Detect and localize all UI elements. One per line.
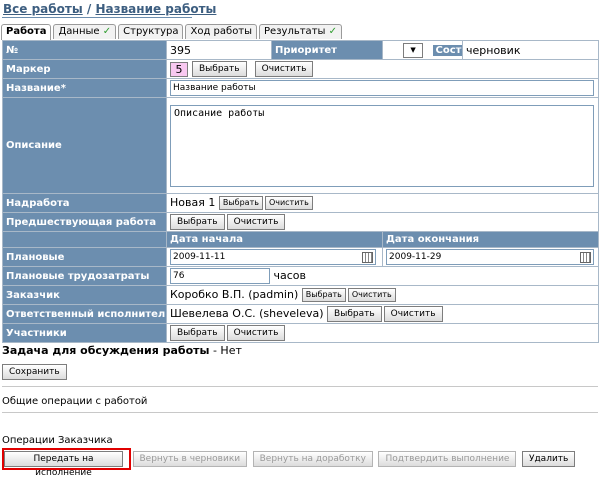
marker-clear-button[interactable]: Очистить — [254, 61, 314, 77]
breadcrumb-separator: / — [86, 2, 92, 16]
state-label: Состояние — [432, 45, 462, 56]
marker-select-button[interactable]: Выбрать — [192, 61, 247, 77]
confirm-completion-button[interactable]: Подтвердить выполнение — [378, 451, 517, 467]
tab-results[interactable]: Результаты ✓ — [259, 24, 342, 39]
parent-clear-button[interactable]: Очистить — [264, 196, 313, 210]
work-form: № 395 Приоритет ▼ Состояние черновик Мар… — [2, 40, 600, 343]
description-textarea[interactable]: Описание работы — [170, 104, 594, 187]
tab-structure-label: Структура — [123, 26, 179, 37]
number-value: 395 — [166, 40, 272, 60]
save-button[interactable]: Сохранить — [2, 364, 67, 380]
tab-bar: Работа Данные ✓ Структура Ход работы Рез… — [1, 24, 344, 40]
breadcrumb-all-jobs-link[interactable]: Все работы — [3, 2, 83, 16]
tab-progress[interactable]: Ход работы — [185, 24, 258, 39]
dates-header-spacer — [2, 231, 167, 248]
discussion-value: - Нет — [212, 344, 242, 357]
start-date-header: Дата начала — [165, 231, 384, 248]
customer-select-button[interactable]: Выбрать — [301, 288, 346, 302]
tab-data[interactable]: Данные ✓ — [53, 24, 117, 39]
calendar-icon[interactable] — [362, 252, 373, 263]
state-value: черновик — [462, 40, 600, 60]
marker-swatch[interactable]: 5 — [170, 61, 188, 77]
planned-end-value: 2009-11-29 — [389, 252, 442, 262]
delete-button[interactable]: Удалить — [521, 451, 576, 467]
breadcrumb-underline — [2, 17, 192, 18]
end-date-header: Дата окончания — [382, 231, 600, 248]
check-icon: ✓ — [328, 26, 337, 37]
general-ops-title: Общие операции с работой — [2, 396, 148, 407]
previous-label: Предшествующая работа — [2, 212, 167, 232]
responsible-select-button[interactable]: Выбрать — [327, 306, 382, 322]
divider — [2, 386, 598, 387]
number-label: № — [2, 40, 167, 60]
return-to-drafts-button[interactable]: Вернуть в черновики — [132, 451, 248, 467]
tab-work-label: Работа — [6, 26, 47, 37]
priority-select[interactable]: ▼ — [403, 42, 424, 58]
planned-label: Плановые — [2, 247, 167, 267]
tab-results-label: Результаты — [264, 26, 326, 37]
tab-work[interactable]: Работа — [1, 24, 52, 40]
send-to-execution-button[interactable]: Передать на исполнение — [4, 451, 123, 478]
customer-clear-button[interactable]: Очистить — [347, 288, 396, 302]
return-to-rework-button[interactable]: Вернуть на доработку — [252, 451, 373, 467]
discussion-label: Задача для обсуждения работы — [2, 344, 210, 357]
parent-value: Новая 1 — [170, 196, 216, 209]
planned-start-value: 2009-11-11 — [173, 252, 226, 262]
parent-label: Надработа — [2, 193, 167, 213]
calendar-icon[interactable] — [580, 252, 592, 263]
tab-data-label: Данные — [58, 26, 100, 37]
responsible-value: Шевелева О.С. (sheveleva) — [170, 307, 324, 320]
description-label: Описание — [2, 97, 167, 194]
planned-end-input[interactable]: 2009-11-29 — [386, 249, 595, 265]
previous-select-button[interactable]: Выбрать — [170, 214, 225, 230]
check-icon: ✓ — [102, 26, 112, 37]
responsible-clear-button[interactable]: Очистить — [383, 306, 443, 322]
customer-ops-title: Операции Заказчика — [2, 435, 113, 446]
breadcrumb: Все работы / Название работы — [3, 2, 216, 16]
previous-clear-button[interactable]: Очистить — [226, 214, 286, 230]
name-input[interactable]: Название работы — [170, 80, 594, 96]
customer-label: Заказчик — [2, 285, 167, 305]
discussion-line: Задача для обсуждения работы - Нет — [2, 344, 242, 357]
parent-select-button[interactable]: Выбрать — [218, 196, 263, 210]
effort-label: Плановые трудозатраты — [2, 266, 167, 286]
divider — [2, 412, 598, 413]
responsible-label: Ответственный исполнитель — [2, 304, 167, 324]
chevron-down-icon: ▼ — [410, 45, 416, 54]
tab-progress-label: Ход работы — [190, 26, 253, 37]
participants-select-button[interactable]: Выбрать — [170, 325, 225, 341]
effort-input[interactable]: 76 — [170, 268, 270, 284]
marker-label: Маркер — [2, 59, 167, 79]
breadcrumb-job-link[interactable]: Название работы — [95, 2, 216, 16]
participants-label: Участники — [2, 323, 167, 343]
planned-start-input[interactable]: 2009-11-11 — [170, 249, 376, 265]
effort-unit: часов — [273, 269, 307, 282]
name-label: Название* — [2, 78, 167, 98]
customer-value: Коробко В.П. (padmin) — [170, 288, 299, 301]
participants-clear-button[interactable]: Очистить — [226, 325, 286, 341]
tab-structure[interactable]: Структура — [118, 24, 184, 39]
priority-label: Приоритет — [270, 40, 384, 60]
